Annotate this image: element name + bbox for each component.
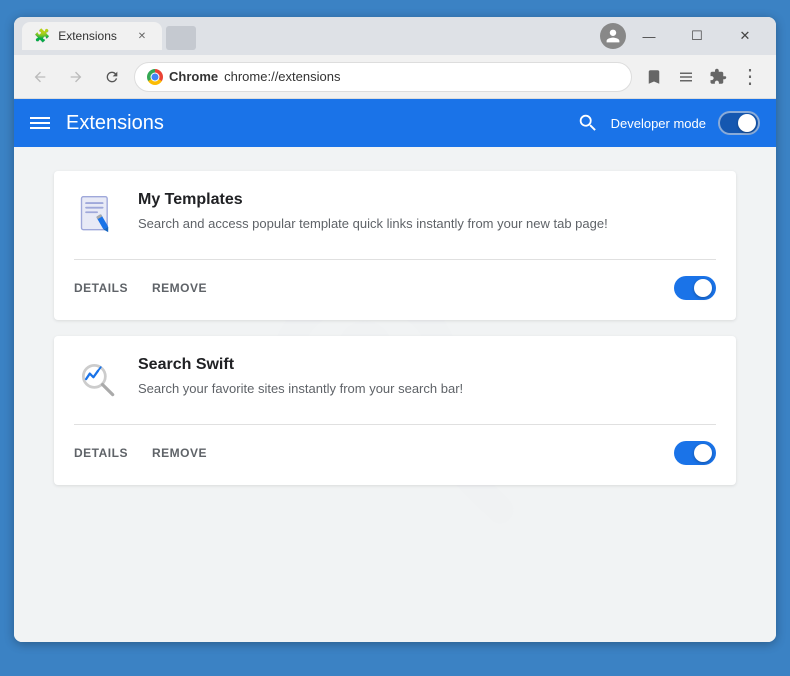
extensions-page-title: Extensions (66, 112, 561, 135)
search-swift-remove-button[interactable]: REMOVE (152, 446, 207, 460)
maximize-button[interactable]: ☐ (674, 22, 720, 50)
my-templates-toggle[interactable] (674, 276, 716, 300)
my-templates-toggle-area (674, 276, 716, 300)
address-bar: Chrome chrome://extensions ⋮ (14, 55, 776, 99)
developer-mode-toggle[interactable] (718, 111, 760, 135)
my-templates-info: My Templates Search and access popular t… (138, 191, 716, 233)
extension-card-search-swift: Search Swift Search your favorite sites … (54, 336, 736, 485)
minimize-button[interactable]: — (626, 22, 672, 50)
search-swift-toggle-area (674, 441, 716, 465)
tab-close-button[interactable]: ✕ (134, 28, 150, 44)
refresh-button[interactable] (98, 63, 126, 91)
my-templates-details-button[interactable]: DETAILS (74, 281, 128, 295)
profile-icon[interactable] (600, 23, 626, 49)
my-templates-icon (74, 191, 122, 239)
ext-card-top-2: Search Swift Search your favorite sites … (74, 356, 716, 404)
my-templates-remove-button[interactable]: REMOVE (152, 281, 207, 295)
search-swift-info: Search Swift Search your favorite sites … (138, 356, 716, 398)
developer-mode-label: Developer mode (611, 116, 706, 131)
my-templates-desc: Search and access popular template quick… (138, 215, 716, 233)
search-swift-actions: DETAILS REMOVE (74, 424, 716, 465)
window-controls: — ☐ ✕ (626, 22, 768, 50)
search-swift-toggle[interactable] (674, 441, 716, 465)
profile-area (600, 23, 626, 49)
hamburger-menu[interactable] (30, 117, 50, 129)
bookmark-button[interactable] (640, 63, 668, 91)
extensions-header: Extensions Developer mode (14, 99, 776, 147)
extensions-tab[interactable]: 🧩 Extensions ✕ (22, 22, 162, 50)
extension-card-my-templates: My Templates Search and access popular t… (54, 171, 736, 320)
ext-card-top: My Templates Search and access popular t… (74, 191, 716, 239)
browser-window: 🧩 Extensions ✕ — ☐ ✕ (14, 17, 776, 642)
my-templates-name: My Templates (138, 191, 716, 209)
address-bar-icons: ⋮ (640, 63, 764, 91)
address-text: chrome://extensions (224, 69, 340, 84)
chrome-label: Chrome (169, 69, 218, 84)
new-tab-button[interactable] (166, 26, 196, 50)
my-templates-actions: DETAILS REMOVE (74, 259, 716, 300)
search-swift-icon (74, 356, 122, 404)
more-menu-button[interactable]: ⋮ (736, 63, 764, 91)
search-swift-details-button[interactable]: DETAILS (74, 446, 128, 460)
address-input[interactable]: Chrome chrome://extensions (134, 62, 632, 92)
tab-title: Extensions (58, 29, 126, 43)
tab-icon: 🧩 (34, 28, 50, 44)
chrome-menu-button[interactable] (672, 63, 700, 91)
search-button[interactable] (577, 112, 599, 134)
close-button[interactable]: ✕ (722, 22, 768, 50)
search-swift-desc: Search your favorite sites instantly fro… (138, 380, 716, 398)
search-swift-name: Search Swift (138, 356, 716, 374)
back-button[interactable] (26, 63, 54, 91)
forward-button[interactable] (62, 63, 90, 91)
title-bar: 🧩 Extensions ✕ — ☐ ✕ (14, 17, 776, 55)
header-right: Developer mode (577, 111, 760, 135)
security-icon (147, 69, 163, 85)
extensions-puzzle-button[interactable] (704, 63, 732, 91)
extensions-content: My Templates Search and access popular t… (14, 147, 776, 642)
